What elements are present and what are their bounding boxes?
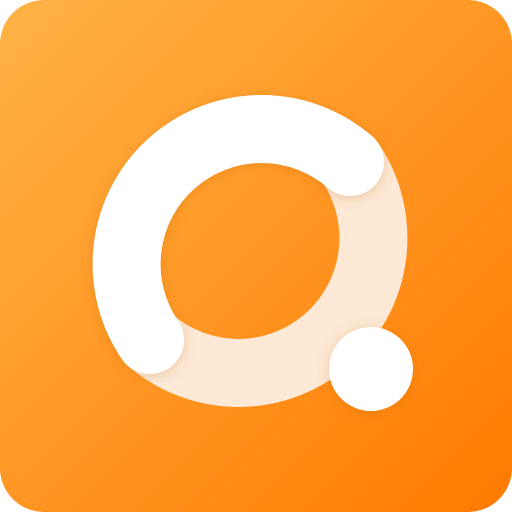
icon-canvas — [0, 0, 512, 512]
accent-dot-icon — [329, 327, 413, 411]
icon-background — [0, 0, 512, 512]
app-icon — [0, 0, 512, 512]
